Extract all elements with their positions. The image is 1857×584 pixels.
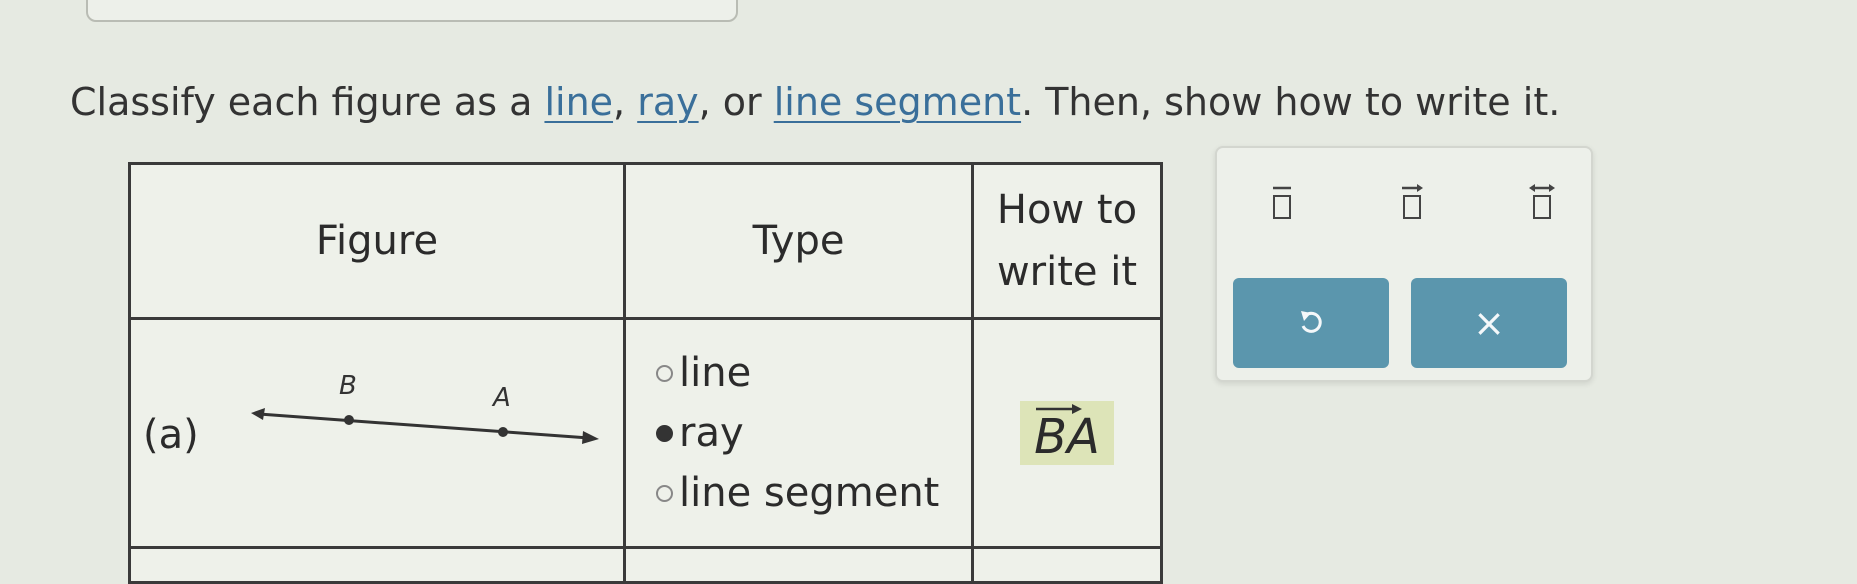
- instruction-text: Classify each figure as a line, ray, or …: [70, 80, 1561, 124]
- radio-line[interactable]: [656, 364, 673, 382]
- segment-symbol-icon[interactable]: [1259, 182, 1305, 226]
- previous-answer-field: [86, 0, 738, 22]
- point-b-label: B: [339, 371, 357, 401]
- option-ray[interactable]: ray: [656, 403, 970, 463]
- radio-line-segment[interactable]: [656, 484, 673, 502]
- ray-left-tick-icon: [251, 408, 265, 420]
- answer-box[interactable]: BA: [1020, 401, 1114, 465]
- clear-button[interactable]: ×: [1411, 278, 1567, 368]
- ray-notation-arrow-icon: [1036, 404, 1083, 414]
- line-symbol-icon[interactable]: [1519, 182, 1565, 226]
- point-a-dot: [498, 427, 508, 437]
- table-row: (a) B A line ray line segment BA: [128, 317, 1163, 549]
- glossary-link-ray[interactable]: ray: [637, 80, 698, 124]
- ray-figure: (a) B A: [143, 371, 599, 458]
- radio-ray[interactable]: [656, 424, 673, 442]
- table-header-row: Figure Type How to write it: [128, 162, 1163, 320]
- point-b-dot: [344, 415, 354, 425]
- classification-table: Figure Type How to write it (a) B A line: [128, 162, 1163, 584]
- clear-x-icon: ×: [1473, 301, 1505, 345]
- figure-cell: (a) B A: [128, 317, 626, 549]
- undo-icon: [1301, 311, 1322, 333]
- ray-arrowhead-icon: [582, 431, 599, 444]
- header-figure: Figure: [128, 162, 626, 320]
- table-row: [128, 546, 1163, 584]
- answer-text: BA: [1034, 409, 1100, 465]
- row-label: (a): [143, 412, 199, 458]
- undo-button[interactable]: [1233, 278, 1389, 368]
- option-line[interactable]: line: [656, 343, 970, 403]
- header-how-to-write: How to write it: [971, 162, 1163, 320]
- glossary-link-line[interactable]: line: [544, 80, 613, 124]
- option-line-segment[interactable]: line segment: [656, 463, 970, 523]
- glossary-link-line-segment[interactable]: line segment: [774, 80, 1021, 124]
- answer-cell[interactable]: BA: [971, 317, 1163, 549]
- ray-symbol-icon[interactable]: [1389, 182, 1435, 226]
- point-a-label: A: [491, 383, 511, 413]
- ray-line: [258, 412, 590, 440]
- notation-tool-panel: ×: [1215, 146, 1593, 382]
- type-cell: line ray line segment: [623, 317, 974, 549]
- header-type: Type: [623, 162, 974, 320]
